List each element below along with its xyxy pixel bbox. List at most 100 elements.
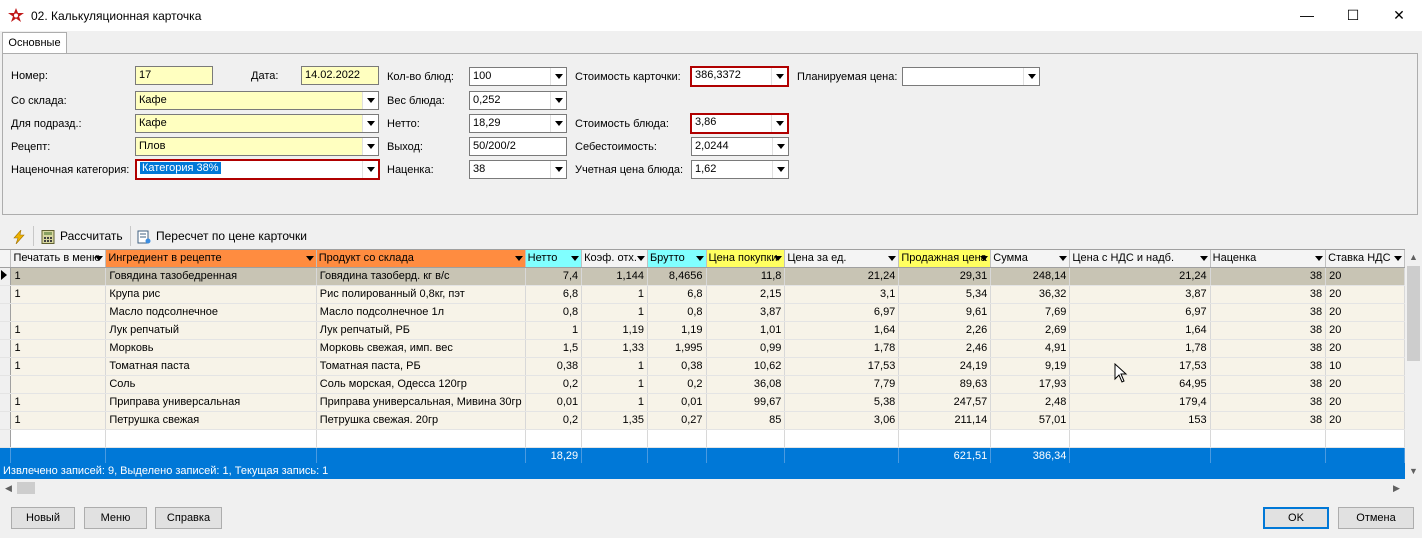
chevron-down-icon[interactable]	[550, 68, 566, 85]
table-cell[interactable]: Масло подсолнечное 1л	[316, 303, 526, 322]
table-cell[interactable]: 38	[1210, 339, 1327, 358]
table-cell[interactable]: 1,19	[647, 321, 707, 340]
column-header[interactable]: Ставка НДС	[1325, 250, 1405, 268]
row-indicator[interactable]	[0, 321, 12, 340]
table-cell[interactable]: Крупа рис	[105, 285, 317, 304]
table-cell[interactable]: 10	[1325, 357, 1405, 376]
chevron-down-icon[interactable]	[362, 92, 378, 109]
warehouse-select[interactable]: Кафе	[135, 91, 379, 110]
table-cell[interactable]: 38	[1210, 375, 1327, 394]
subdivision-select[interactable]: Кафе	[135, 114, 379, 133]
table-cell[interactable]: 1,01	[706, 321, 786, 340]
table-cell[interactable]: 1	[10, 285, 107, 304]
table-cell[interactable]: Масло подсолнечное	[105, 303, 317, 322]
column-dropdown-icon[interactable]	[1315, 256, 1324, 261]
chevron-down-icon[interactable]	[550, 161, 566, 178]
chevron-down-icon[interactable]	[362, 138, 378, 155]
table-cell[interactable]: 1,144	[581, 267, 648, 286]
column-header[interactable]: Продукт со склада	[316, 250, 526, 268]
table-cell[interactable]: 1	[581, 393, 648, 412]
net-field[interactable]: 18,29	[469, 114, 567, 133]
table-cell[interactable]: 21,24	[1069, 267, 1211, 286]
date-field[interactable]: 14.02.2022	[301, 66, 379, 85]
table-row[interactable]: 1 Крупа рис Рис полированный 0,8кг, пэт 6,8…	[0, 285, 1405, 304]
table-cell[interactable]: 3,1	[784, 285, 900, 304]
chevron-down-icon[interactable]	[771, 115, 787, 132]
table-cell[interactable]	[898, 429, 992, 448]
recipe-select[interactable]: Плов	[135, 137, 379, 156]
table-cell[interactable]: 38	[1210, 321, 1327, 340]
table-cell[interactable]: 17,93	[990, 375, 1071, 394]
yield-field[interactable]: 50/200/2	[469, 137, 567, 156]
table-cell[interactable]: Морковь	[105, 339, 317, 358]
table-cell[interactable]: 1	[581, 375, 648, 394]
table-cell[interactable]: 1	[10, 411, 107, 430]
row-indicator[interactable]	[0, 303, 12, 322]
table-cell[interactable]: 20	[1325, 285, 1405, 304]
table-cell[interactable]: 1	[10, 357, 107, 376]
table-cell[interactable]	[647, 429, 707, 448]
column-dropdown-icon[interactable]	[636, 256, 645, 261]
column-dropdown-icon[interactable]	[571, 256, 580, 261]
help-button[interactable]: Справка	[155, 507, 222, 529]
table-cell[interactable]: 211,14	[898, 411, 992, 430]
horizontal-scroll-thumb[interactable]	[17, 482, 35, 494]
table-cell[interactable]	[1210, 429, 1327, 448]
table-row[interactable]: 1 Морковь Морковь свежая, имп. вес 1,5 1,33 1…	[0, 339, 1405, 358]
table-cell[interactable]: 5,34	[898, 285, 992, 304]
table-cell[interactable]: 6,8	[647, 285, 707, 304]
ok-button[interactable]: OK	[1263, 507, 1329, 529]
dish-count-field[interactable]: 100	[469, 67, 567, 86]
column-header[interactable]: Печатать в меню	[10, 250, 107, 268]
table-cell[interactable]: 20	[1325, 321, 1405, 340]
table-cell[interactable]: 1,78	[784, 339, 900, 358]
table-cell[interactable]: 0,01	[525, 393, 583, 412]
table-cell[interactable]: 5,38	[784, 393, 900, 412]
table-cell[interactable]: 6,97	[784, 303, 900, 322]
table-cell[interactable]: Приправа универсальная	[105, 393, 317, 412]
table-cell[interactable]: 64,95	[1069, 375, 1211, 394]
column-header[interactable]: Нетто	[525, 250, 583, 268]
table-cell[interactable]: 2,69	[990, 321, 1071, 340]
table-cell[interactable]: 99,67	[706, 393, 786, 412]
column-dropdown-icon[interactable]	[980, 256, 989, 261]
table-cell[interactable]: 0,2	[647, 375, 707, 394]
markup-category-select[interactable]: Категория 38%	[135, 159, 380, 180]
table-cell[interactable]	[316, 429, 526, 448]
row-indicator[interactable]	[0, 357, 12, 376]
column-header[interactable]: Цена покупки	[706, 250, 786, 268]
table-cell[interactable]: Морковь свежая, имп. вес	[316, 339, 526, 358]
table-cell[interactable]: 7,69	[990, 303, 1071, 322]
table-cell[interactable]: 9,61	[898, 303, 992, 322]
table-cell[interactable]: 20	[1325, 411, 1405, 430]
column-header[interactable]: Сумма	[990, 250, 1071, 268]
empty-row[interactable]	[0, 429, 1405, 448]
table-row[interactable]: Соль Соль морская, Одесса 120гр 0,2 1 0,2 36,…	[0, 375, 1405, 394]
chevron-down-icon[interactable]	[362, 161, 378, 178]
column-dropdown-icon[interactable]	[1199, 256, 1208, 261]
scroll-up-icon[interactable]: ▲	[1405, 249, 1422, 265]
table-cell[interactable]: 179,4	[1069, 393, 1211, 412]
table-cell[interactable]: 0,8	[525, 303, 583, 322]
row-indicator[interactable]	[0, 411, 12, 430]
table-cell[interactable]: 248,14	[990, 267, 1071, 286]
table-cell[interactable]: 21,24	[784, 267, 900, 286]
table-cell[interactable]: 8,4656	[647, 267, 707, 286]
table-cell[interactable]: 1,33	[581, 339, 648, 358]
table-cell[interactable]: 0,38	[647, 357, 707, 376]
row-indicator[interactable]	[0, 285, 12, 304]
table-cell[interactable]: 7,79	[784, 375, 900, 394]
column-dropdown-icon[interactable]	[1394, 256, 1402, 261]
table-row[interactable]: 1 Приправа универсальная Приправа универса…	[0, 393, 1405, 412]
chevron-down-icon[interactable]	[550, 115, 566, 132]
table-cell[interactable]: 1	[525, 321, 583, 340]
table-cell[interactable]	[525, 429, 583, 448]
table-cell[interactable]: 0,2	[525, 411, 583, 430]
table-cell[interactable]	[10, 375, 107, 394]
column-header[interactable]: Ингредиент в рецепте	[105, 250, 317, 268]
column-dropdown-icon[interactable]	[695, 256, 704, 261]
table-cell[interactable]	[990, 429, 1071, 448]
recalc-button[interactable]: Пересчет по цене карточки	[137, 226, 307, 246]
column-header[interactable]: Наценка	[1210, 250, 1327, 268]
chevron-down-icon[interactable]	[550, 92, 566, 109]
